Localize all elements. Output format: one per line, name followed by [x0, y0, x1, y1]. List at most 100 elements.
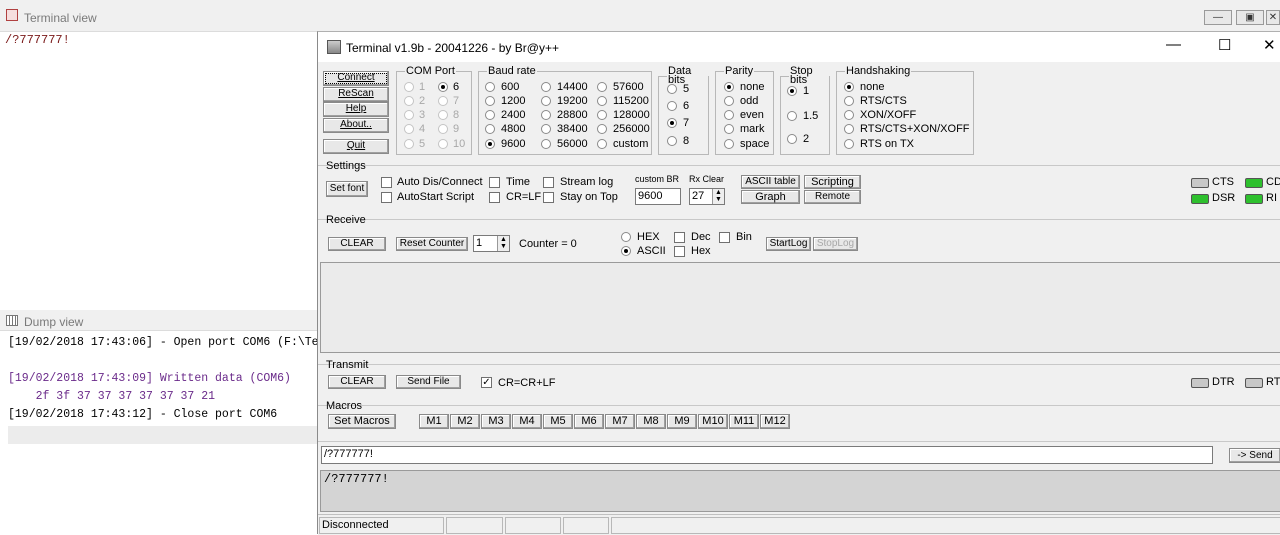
databits-radio[interactable] [667, 101, 677, 111]
databits-radio[interactable] [667, 118, 677, 128]
com-radio[interactable] [404, 139, 414, 149]
macro-button-m11[interactable]: M11 [729, 414, 759, 429]
hex-radio[interactable] [621, 232, 631, 242]
baud-radio[interactable] [541, 96, 551, 106]
baud-radio[interactable] [485, 96, 495, 106]
com-radio[interactable] [438, 82, 448, 92]
macro-button-m4[interactable]: M4 [512, 414, 542, 429]
macro-button-m2[interactable]: M2 [450, 414, 480, 429]
scripting-button[interactable]: Scripting [804, 175, 861, 189]
baud-radio[interactable] [541, 110, 551, 120]
time-checkbox[interactable] [489, 177, 500, 188]
baud-radio[interactable] [597, 110, 607, 120]
graph-button[interactable]: Graph [741, 190, 800, 204]
parity-radio[interactable] [724, 96, 734, 106]
stopbits-radio[interactable] [787, 134, 797, 144]
ascii-radio[interactable] [621, 246, 631, 256]
macro-button-m3[interactable]: M3 [481, 414, 511, 429]
start-log-button[interactable]: StartLog [766, 237, 811, 251]
stopbits-radio[interactable] [787, 86, 797, 96]
parity-radio[interactable] [724, 110, 734, 120]
macro-button-m12[interactable]: M12 [760, 414, 790, 429]
stream-log-checkbox[interactable] [543, 177, 554, 188]
handshake-radio[interactable] [844, 139, 854, 149]
minimize-button[interactable]: — [1166, 36, 1181, 53]
stopbits-radio[interactable] [787, 111, 797, 121]
transmit-echo-area[interactable]: /?777777! [320, 470, 1280, 512]
set-macros-button[interactable]: Set Macros [328, 414, 396, 429]
spinner-arrows-icon[interactable]: ▲ ▼ [712, 189, 724, 204]
stay-on-top-checkbox[interactable] [543, 192, 554, 203]
macro-button-m7[interactable]: M7 [605, 414, 635, 429]
macro-button-m9[interactable]: M9 [667, 414, 697, 429]
counter-spinner[interactable]: 1 ▲ ▼ [473, 235, 510, 252]
rx-clear-spinner[interactable]: 27 ▲ ▼ [689, 188, 725, 205]
databits-radio[interactable] [667, 136, 677, 146]
send-button[interactable]: -> Send [1229, 448, 1280, 463]
hex-checkbox[interactable] [674, 246, 685, 257]
bin-checkbox[interactable] [719, 232, 730, 243]
baud-radio[interactable] [597, 139, 607, 149]
parity-radio[interactable] [724, 124, 734, 134]
connect-button[interactable]: Connect [323, 71, 389, 86]
maximize-button[interactable]: ☐ [1218, 36, 1231, 54]
macro-button-m5[interactable]: M5 [543, 414, 573, 429]
close-button[interactable]: ✕ [1266, 10, 1280, 25]
macro-button-m6[interactable]: M6 [574, 414, 604, 429]
send-file-button[interactable]: Send File [396, 375, 461, 389]
baud-label: 28800 [557, 109, 588, 121]
macro-button-m1[interactable]: M1 [419, 414, 449, 429]
minimize-button[interactable]: — [1204, 10, 1232, 25]
autostart-checkbox[interactable] [381, 192, 392, 203]
com-radio[interactable] [404, 82, 414, 92]
baud-radio[interactable] [597, 96, 607, 106]
close-button[interactable]: ✕ [1263, 36, 1276, 54]
dec-checkbox[interactable] [674, 232, 685, 243]
set-font-button[interactable]: Set font [326, 181, 368, 197]
spinner-arrows-icon[interactable]: ▲ ▼ [497, 236, 509, 251]
baud-radio[interactable] [597, 124, 607, 134]
baud-radio[interactable] [541, 124, 551, 134]
com-radio[interactable] [438, 96, 448, 106]
auto-dis-checkbox[interactable] [381, 177, 392, 188]
com-radio[interactable] [438, 124, 448, 134]
custom-br-input[interactable]: 9600 [635, 188, 681, 205]
crlf-checkbox[interactable] [489, 192, 500, 203]
help-button[interactable]: Help [323, 102, 389, 117]
receive-clear-button[interactable]: CLEAR [328, 237, 386, 251]
com-radio[interactable] [404, 96, 414, 106]
baud-radio[interactable] [485, 82, 495, 92]
baud-radio[interactable] [485, 124, 495, 134]
transmit-clear-button[interactable]: CLEAR [328, 375, 386, 389]
ascii-table-button[interactable]: ASCII table [741, 175, 800, 189]
handshake-radio[interactable] [844, 96, 854, 106]
counter-spin-value: 1 [476, 237, 483, 249]
com-radio[interactable] [438, 110, 448, 120]
baud-radio[interactable] [485, 139, 495, 149]
stop-log-button[interactable]: StopLog [813, 237, 858, 251]
com-radio[interactable] [404, 110, 414, 120]
baud-radio[interactable] [541, 139, 551, 149]
about-button[interactable]: About.. [323, 118, 389, 133]
baud-radio[interactable] [541, 82, 551, 92]
parity-radio[interactable] [724, 82, 734, 92]
quit-button[interactable]: Quit [323, 139, 389, 154]
macro-button-m10[interactable]: M10 [698, 414, 728, 429]
baud-radio[interactable] [597, 82, 607, 92]
handshake-radio[interactable] [844, 82, 854, 92]
baud-radio[interactable] [485, 110, 495, 120]
databits-radio[interactable] [667, 84, 677, 94]
maximize-button[interactable]: ▣ [1236, 10, 1264, 25]
handshake-radio[interactable] [844, 110, 854, 120]
parity-radio[interactable] [724, 139, 734, 149]
send-input[interactable]: /?777777! [321, 446, 1213, 464]
rescan-button[interactable]: ReScan [323, 87, 389, 102]
receive-area[interactable] [320, 262, 1280, 353]
handshake-radio[interactable] [844, 124, 854, 134]
com-radio[interactable] [404, 124, 414, 134]
com-radio[interactable] [438, 139, 448, 149]
reset-counter-button[interactable]: Reset Counter [396, 237, 468, 251]
macro-button-m8[interactable]: M8 [636, 414, 666, 429]
cr-crlf-checkbox[interactable]: ✓ [481, 377, 492, 388]
remote-button[interactable]: Remote [804, 190, 861, 204]
